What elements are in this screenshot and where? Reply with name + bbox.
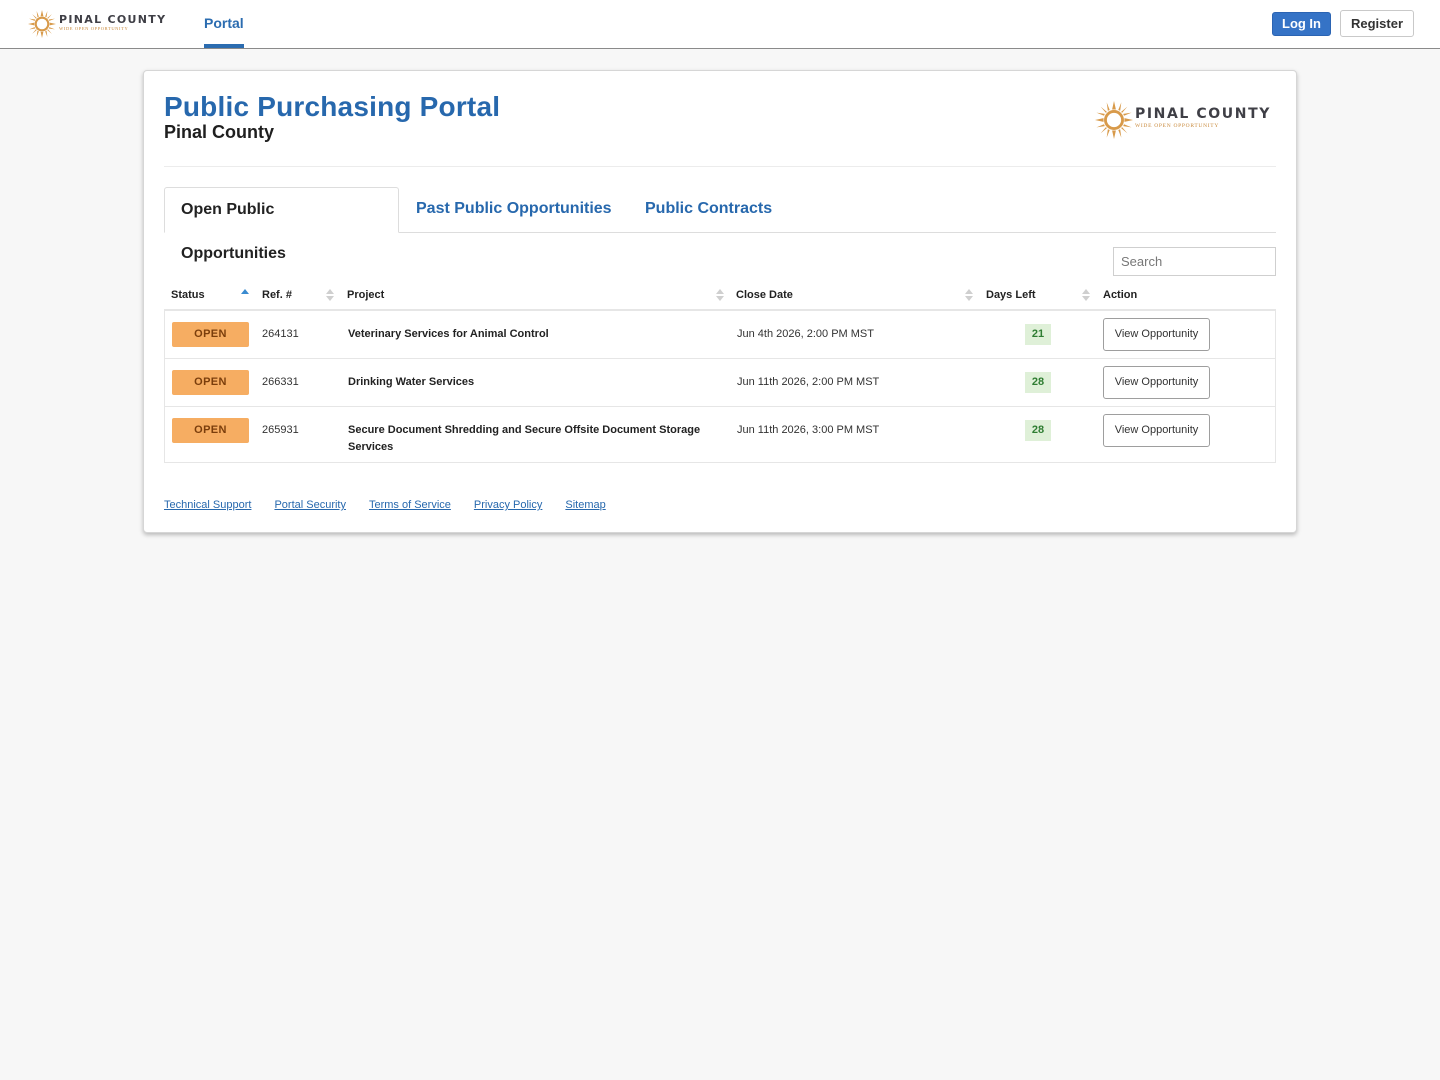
sort-icon[interactable]	[326, 287, 334, 303]
table-row: OPEN 265931 Secure Document Shredding an…	[165, 407, 1275, 462]
tab-public-contracts[interactable]: Public Contracts	[629, 187, 788, 233]
pinal-county-logo[interactable]: PINAL COUNTY WIDE OPEN OPPORTUNITY	[28, 10, 166, 38]
card-logo-name: PINAL COUNTY	[1135, 106, 1271, 122]
ref-number: 264131	[262, 328, 299, 340]
portal-card: Public Purchasing Portal Pinal County PI…	[143, 70, 1297, 533]
table-body: OPEN 264131 Veterinary Services for Anim…	[164, 311, 1276, 463]
card-county-logo: PINAL COUNTY WIDE OPEN OPPORTUNITY	[1095, 101, 1271, 139]
tab-past-public-opportunities[interactable]: Past Public Opportunities	[400, 187, 628, 233]
sitemap-link[interactable]: Sitemap	[565, 499, 605, 511]
tab-open-public-opportunities[interactable]: Open Public Opportunities	[164, 187, 399, 262]
table-row: OPEN 266331 Drinking Water Services Jun …	[165, 359, 1275, 407]
days-left-badge: 28	[1025, 372, 1051, 393]
title-divider	[164, 166, 1276, 167]
page-subtitle: Pinal County	[164, 122, 275, 142]
days-left-badge: 21	[1025, 324, 1051, 345]
sort-icon[interactable]	[965, 287, 973, 303]
project-name: Secure Document Shredding and Secure Off…	[348, 424, 701, 453]
sun-logo-icon	[28, 10, 56, 38]
project-name: Veterinary Services for Animal Control	[348, 328, 549, 340]
login-button[interactable]: Log In	[1272, 12, 1331, 36]
register-button[interactable]: Register	[1340, 10, 1414, 37]
ref-number: 265931	[262, 424, 299, 436]
project-name: Drinking Water Services	[348, 376, 475, 388]
top-navbar: PINAL COUNTY WIDE OPEN OPPORTUNITY Porta…	[0, 0, 1440, 49]
nav-portal-link[interactable]: Portal	[204, 0, 244, 48]
column-header-action: Action	[1103, 289, 1138, 301]
sort-ascending-icon[interactable]	[241, 287, 249, 303]
status-badge: OPEN	[172, 370, 249, 395]
column-header-project[interactable]: Project	[347, 289, 384, 301]
footer-links: Technical Support Portal Security Terms …	[164, 499, 629, 511]
terms-of-service-link[interactable]: Terms of Service	[369, 499, 451, 511]
search-input[interactable]	[1113, 247, 1276, 276]
sort-icon[interactable]	[716, 287, 724, 303]
view-opportunity-button[interactable]: View Opportunity	[1103, 366, 1210, 399]
status-badge: OPEN	[172, 418, 249, 443]
privacy-policy-link[interactable]: Privacy Policy	[474, 499, 542, 511]
page-title: Public Purchasing Portal	[164, 91, 501, 122]
close-date: Jun 4th 2026, 2:00 PM MST	[737, 328, 874, 340]
table-row: OPEN 264131 Veterinary Services for Anim…	[165, 311, 1275, 359]
close-date: Jun 11th 2026, 3:00 PM MST	[737, 424, 880, 436]
column-header-status[interactable]: Status	[171, 289, 205, 301]
close-date: Jun 11th 2026, 2:00 PM MST	[737, 376, 880, 388]
status-badge: OPEN	[172, 322, 249, 347]
card-logo-tagline: WIDE OPEN OPPORTUNITY	[1135, 123, 1220, 129]
technical-support-link[interactable]: Technical Support	[164, 499, 251, 511]
sort-icon[interactable]	[1082, 287, 1090, 303]
column-header-days-left[interactable]: Days Left	[986, 289, 1036, 301]
view-opportunity-button[interactable]: View Opportunity	[1103, 318, 1210, 351]
opportunities-table: Status Ref. # Project Close Date Days Le…	[164, 283, 1276, 463]
logo-name: PINAL COUNTY	[59, 13, 167, 26]
column-header-close-date[interactable]: Close Date	[736, 289, 793, 301]
sun-logo-icon	[1095, 101, 1133, 139]
ref-number: 266331	[262, 376, 299, 388]
column-header-ref[interactable]: Ref. #	[262, 289, 292, 301]
opportunity-tabs: Open Public Opportunities Past Public Op…	[164, 187, 1276, 262]
portal-security-link[interactable]: Portal Security	[274, 499, 346, 511]
table-header: Status Ref. # Project Close Date Days Le…	[164, 283, 1276, 311]
days-left-badge: 28	[1025, 420, 1051, 441]
view-opportunity-button[interactable]: View Opportunity	[1103, 414, 1210, 447]
logo-tagline: WIDE OPEN OPPORTUNITY	[59, 26, 129, 31]
